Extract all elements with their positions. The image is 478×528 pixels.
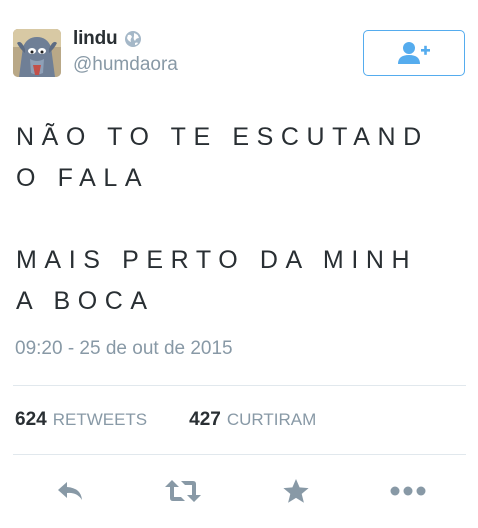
more-icon bbox=[390, 486, 426, 496]
retweets-label: RETWEETS bbox=[52, 410, 148, 429]
retweet-button[interactable] bbox=[163, 476, 203, 506]
likes-count: 427 bbox=[189, 409, 221, 430]
star-icon bbox=[283, 479, 309, 503]
retweets-stat[interactable]: 624 RETWEETS bbox=[15, 409, 147, 431]
tweet-card: lindu @humdaora NÃO TO TE ESCUTAND O FAL… bbox=[0, 0, 478, 528]
reply-icon bbox=[58, 482, 82, 500]
tweet-actions bbox=[0, 470, 478, 510]
add-user-icon bbox=[398, 42, 430, 64]
likes-stat[interactable]: 427 CURTIRAM bbox=[189, 409, 316, 431]
tweet-stats: 624 RETWEETS 427 CURTIRAM bbox=[15, 405, 358, 435]
tweet-text: NÃO TO TE ESCUTAND O FALA MAIS PERTO DA … bbox=[16, 123, 429, 315]
likes-label: CURTIRAM bbox=[226, 410, 317, 429]
retweet-icon bbox=[165, 480, 201, 502]
like-button[interactable] bbox=[276, 476, 316, 506]
user-handle[interactable]: @humdaora bbox=[73, 54, 178, 76]
retweets-count: 624 bbox=[15, 409, 47, 430]
display-name[interactable]: lindu bbox=[73, 28, 118, 50]
follow-button[interactable] bbox=[363, 30, 465, 76]
avatar-image bbox=[13, 29, 61, 77]
avatar[interactable] bbox=[13, 29, 61, 77]
reply-button[interactable] bbox=[50, 476, 90, 506]
tweet-timestamp[interactable]: 09:20 - 25 de out de 2015 bbox=[15, 338, 233, 360]
divider bbox=[13, 454, 466, 455]
name-row: lindu bbox=[73, 27, 142, 51]
more-button[interactable] bbox=[388, 476, 428, 506]
divider bbox=[13, 385, 466, 386]
globe-icon bbox=[124, 30, 142, 48]
